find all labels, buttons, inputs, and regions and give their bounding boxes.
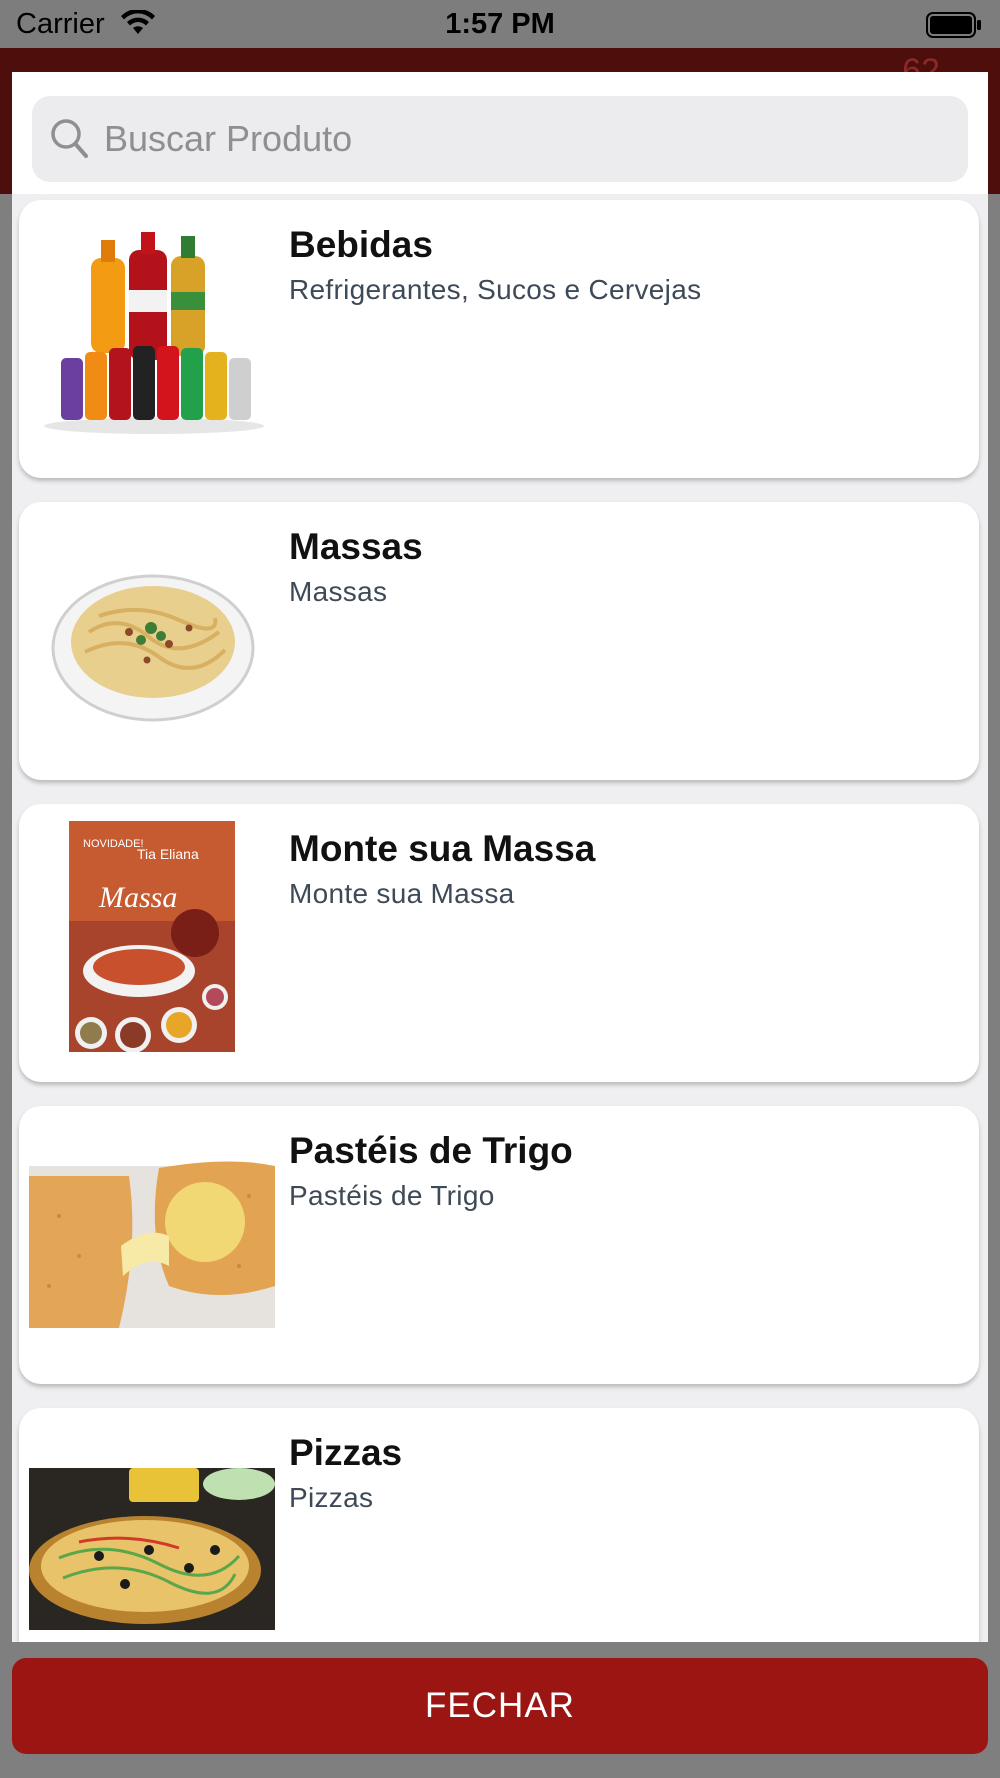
search-input[interactable] — [102, 106, 956, 172]
drinks-bottles-image — [44, 232, 264, 434]
category-card-pizzas[interactable]: Pizzas Pizzas — [19, 1408, 979, 1642]
category-card-massas[interactable]: Massas Massas — [19, 502, 979, 780]
svg-text:NOVIDADE!: NOVIDADE! — [83, 838, 144, 850]
category-card-pasteis-de-trigo[interactable]: Pastéis de Trigo Pastéis de Trigo — [19, 1106, 979, 1384]
category-subtitle: Refrigerantes, Sucos e Cervejas — [289, 274, 702, 305]
svg-text:Massa: Massa — [98, 881, 177, 914]
clock: 1:57 PM — [445, 8, 555, 40]
category-title: Bebidas — [289, 224, 433, 265]
category-subtitle: Massas — [289, 576, 388, 607]
search-field[interactable] — [32, 96, 968, 182]
pizza-image — [29, 1468, 275, 1630]
category-title: Pastéis de Trigo — [289, 1130, 573, 1171]
svg-text:Tia Eliana: Tia Eliana — [137, 846, 199, 862]
category-picker-modal: Bebidas Refrigerantes, Sucos e Cervejas … — [12, 72, 988, 1642]
category-subtitle: Pizzas — [289, 1482, 374, 1513]
search-bar — [12, 72, 988, 194]
search-icon — [50, 118, 90, 165]
monte-sua-massa-poster-image: NOVIDADE! Tia Eliana Massa — [69, 821, 235, 1052]
category-subtitle: Pastéis de Trigo — [289, 1180, 495, 1211]
category-card-monte-sua-massa[interactable]: NOVIDADE! Tia Eliana Massa Monte sua Mas… — [19, 804, 979, 1082]
battery-full-icon — [926, 12, 982, 43]
category-title: Monte sua Massa — [289, 828, 596, 869]
status-bar: Carrier 1:57 PM — [0, 0, 1000, 48]
category-card-bebidas[interactable]: Bebidas Refrigerantes, Sucos e Cervejas — [19, 200, 979, 478]
pasta-dish-image — [51, 574, 255, 722]
close-button[interactable]: FECHAR — [12, 1658, 988, 1754]
category-subtitle: Monte sua Massa — [289, 878, 515, 909]
category-title: Massas — [289, 526, 423, 567]
pastel-cheese-image — [29, 1161, 275, 1328]
category-title: Pizzas — [289, 1432, 403, 1473]
